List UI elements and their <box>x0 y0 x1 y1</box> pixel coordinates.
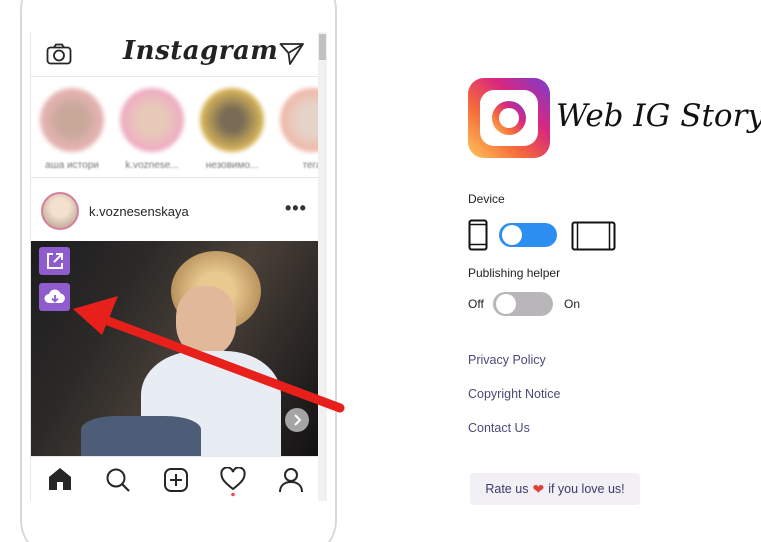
publishing-helper-label: Publishing helper <box>468 266 561 280</box>
story-avatar <box>40 88 104 152</box>
story-item[interactable]: незовимо... <box>199 88 265 171</box>
post-header: k.voznesenskaya ••• <box>31 182 320 240</box>
story-item[interactable]: аша истори <box>39 88 105 171</box>
post-username[interactable]: k.voznesenskaya <box>89 204 189 219</box>
copyright-notice-link[interactable]: Copyright Notice <box>468 387 560 401</box>
story-name: аша истори <box>45 160 99 171</box>
rate-text-before: Rate us <box>485 482 529 496</box>
app-logo: Instagram <box>123 36 279 66</box>
device-label: Device <box>468 192 505 206</box>
publishing-helper-toggle[interactable] <box>493 292 553 316</box>
story-avatar <box>120 88 184 152</box>
toggle-knob <box>502 225 522 245</box>
brand-title: Web IG Story <box>556 98 761 134</box>
on-label: On <box>564 297 581 311</box>
home-icon[interactable] <box>47 467 73 496</box>
off-label: Off <box>468 297 484 311</box>
chevron-right-icon <box>294 414 302 426</box>
bottom-tab-bar <box>31 456 320 501</box>
external-link-icon <box>46 253 63 269</box>
photo-subject-jeans <box>81 416 201 456</box>
contact-us-link[interactable]: Contact Us <box>468 421 530 435</box>
scrollbar-thumb[interactable] <box>319 34 326 60</box>
rate-us-button[interactable]: Rate us ❤ if you love us! <box>470 473 640 505</box>
post-avatar[interactable] <box>41 192 79 230</box>
next-photo-button[interactable] <box>285 408 309 432</box>
ig-header: Instagram <box>31 32 320 77</box>
direct-message-icon[interactable] <box>279 42 305 71</box>
page-scrollbar[interactable] <box>318 32 327 501</box>
camera-icon[interactable] <box>46 43 72 70</box>
story-name: k.voznesе... <box>125 160 179 171</box>
download-button[interactable] <box>39 283 70 311</box>
device-toggle[interactable] <box>499 223 557 247</box>
new-post-icon[interactable] <box>163 467 189 498</box>
instagram-screen: Instagram аша истори k.voznesе... незови… <box>30 32 327 501</box>
stories-tray: аша истори k.voznesе... незовимо... тега <box>31 78 327 178</box>
story-item[interactable]: k.voznesе... <box>119 88 185 171</box>
tablet-device-icon[interactable] <box>571 221 616 256</box>
search-icon[interactable] <box>105 467 131 498</box>
activity-heart-icon[interactable] <box>220 466 246 501</box>
screenshot: Instagram аша истори k.voznesе... незови… <box>0 0 761 542</box>
rate-text-after: if you love us! <box>548 482 625 496</box>
heart-icon: ❤ <box>532 480 545 497</box>
cloud-download-icon <box>44 289 65 303</box>
story-name: незовимо... <box>205 160 259 171</box>
toggle-knob <box>496 294 516 314</box>
profile-icon[interactable] <box>278 467 304 498</box>
post-photo <box>31 241 320 456</box>
photo-subject-face <box>176 286 236 356</box>
story-avatar <box>200 88 264 152</box>
phone-device-icon[interactable] <box>468 219 488 256</box>
brand-logo <box>468 78 550 158</box>
more-options-icon[interactable]: ••• <box>285 198 307 219</box>
open-in-new-tab-button[interactable] <box>39 247 70 275</box>
privacy-policy-link[interactable]: Privacy Policy <box>468 353 546 367</box>
